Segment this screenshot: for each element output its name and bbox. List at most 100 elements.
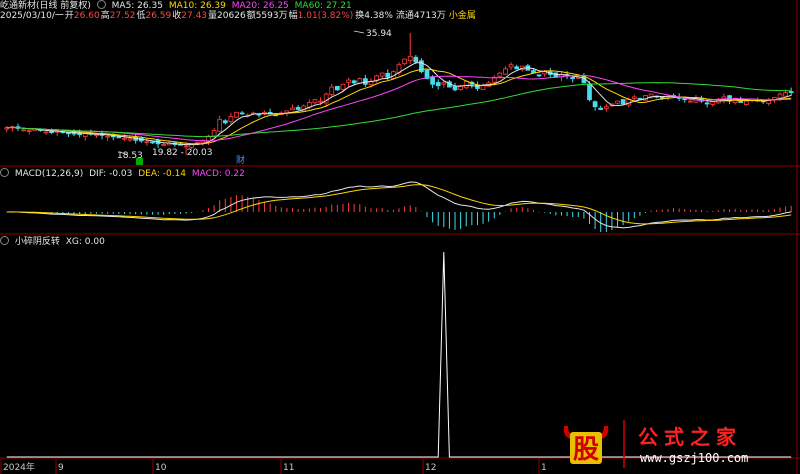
quote-close: 27.43 bbox=[181, 11, 208, 21]
quote-volume-label: 量 bbox=[208, 11, 218, 21]
candle-body bbox=[777, 93, 783, 99]
indicator-xg: XG: 0.00 bbox=[65, 237, 105, 247]
x-tick-label: 10 bbox=[155, 463, 167, 473]
candle-body bbox=[26, 130, 32, 132]
candle-body bbox=[262, 111, 267, 114]
candle-body bbox=[183, 145, 189, 148]
candle-body bbox=[407, 55, 413, 62]
circle-icon[interactable] bbox=[96, 0, 106, 9]
candle-body bbox=[312, 99, 318, 104]
quote-date: 2025/03/10/一 bbox=[0, 11, 64, 21]
circle-icon[interactable] bbox=[0, 236, 9, 245]
x-tick-label: 1 bbox=[541, 463, 547, 473]
quote-high: 27.52 bbox=[109, 11, 136, 21]
quote-open-label: 开 bbox=[64, 11, 74, 21]
candle-body bbox=[744, 100, 749, 105]
candle-body bbox=[346, 79, 351, 83]
candle-body bbox=[687, 100, 693, 103]
ma10-label: MA10: 26.39 bbox=[168, 1, 226, 11]
candle-body bbox=[228, 116, 234, 123]
candle-body bbox=[239, 112, 245, 115]
candle-body bbox=[351, 80, 357, 84]
quote-change: 1.01(3.82%) bbox=[297, 11, 354, 21]
candle-body bbox=[710, 101, 716, 105]
ma5-label: MA5: 26.35 bbox=[111, 1, 163, 11]
candle-body bbox=[637, 97, 643, 100]
macd-header-row: MACD(12,26,9) DIF: -0.03 DEA: -0.14 MACD… bbox=[0, 168, 248, 180]
macd-dea: DEA: -0.14 bbox=[138, 169, 187, 179]
candle-body bbox=[234, 111, 239, 118]
candle-body bbox=[94, 134, 99, 137]
candle-body bbox=[497, 72, 503, 77]
candle-body bbox=[413, 56, 419, 63]
candle-body bbox=[379, 72, 385, 77]
candle-body bbox=[587, 83, 592, 101]
candle-body bbox=[374, 75, 379, 81]
quote-open: 26.60 bbox=[73, 11, 100, 21]
candle-body bbox=[553, 72, 559, 78]
x-tick-label: 9 bbox=[58, 463, 64, 473]
candle-body bbox=[620, 99, 626, 105]
candle-body bbox=[161, 144, 167, 146]
candle-body bbox=[222, 120, 228, 124]
candle-body bbox=[783, 92, 788, 97]
candle-body bbox=[463, 81, 469, 89]
candle-body bbox=[194, 141, 200, 144]
range-text: 19.82 - 20.03 bbox=[152, 148, 213, 158]
high-mark-label: 35.94 bbox=[366, 29, 392, 39]
logo-text: 公式之家 bbox=[638, 425, 742, 449]
candle-body bbox=[441, 82, 447, 85]
quote-row: 2025/03/10/一开26.60高27.52低26.59收27.43量206… bbox=[0, 11, 479, 22]
indicator-title: 小碎阴反转 bbox=[14, 237, 60, 247]
candle-body bbox=[598, 107, 604, 110]
candle-body bbox=[514, 66, 520, 70]
candle-body bbox=[452, 86, 458, 91]
x-tick-label: 2024年 bbox=[3, 461, 35, 473]
quote-change-label: 幅 bbox=[288, 11, 298, 21]
quote-high-label: 高 bbox=[100, 11, 110, 21]
candle-body bbox=[43, 131, 49, 134]
macd-title: MACD(12,26,9) bbox=[14, 169, 84, 179]
candle-body bbox=[211, 130, 217, 137]
quote-amount-label: 额 bbox=[246, 11, 256, 21]
cai-label[interactable]: 财 bbox=[236, 154, 245, 166]
quote-amount: 5593万 bbox=[255, 11, 288, 21]
candle-body bbox=[603, 106, 609, 110]
candle-body bbox=[592, 101, 598, 108]
x-tick-label: 12 bbox=[425, 463, 436, 473]
circle-icon[interactable] bbox=[0, 168, 9, 177]
candle-body bbox=[127, 138, 133, 141]
candle-body bbox=[536, 74, 542, 77]
candle-body bbox=[116, 136, 122, 139]
site-logo: 股 公式之家 www.gszj100.com bbox=[563, 420, 748, 468]
candle-body bbox=[631, 96, 637, 99]
signal-marker[interactable] bbox=[136, 158, 143, 165]
candle-body bbox=[122, 137, 127, 140]
candle-body bbox=[402, 58, 407, 65]
candle-body bbox=[508, 64, 514, 68]
candle-body bbox=[430, 76, 435, 85]
quote-turnover: 换4.38% bbox=[355, 11, 393, 21]
ma60-label: MA60: 27.21 bbox=[294, 1, 352, 11]
candle-body bbox=[435, 82, 441, 87]
candle-body bbox=[335, 85, 340, 91]
ma20-label: MA20: 26.25 bbox=[231, 1, 289, 11]
macd-dif: DIF: -0.03 bbox=[89, 169, 133, 179]
candle-body bbox=[295, 107, 301, 110]
candle-body bbox=[329, 86, 335, 95]
candle-body bbox=[150, 141, 155, 144]
candle-body bbox=[385, 72, 391, 78]
candle-body bbox=[217, 118, 223, 132]
indicator-header-row: 小碎阴反转 XG: 0.00 bbox=[0, 236, 108, 248]
chart-stage[interactable]: 35.94 18.53 19.82 - 20.03 财 2024年 9 10 11 12… bbox=[0, 0, 800, 474]
candle-body bbox=[66, 132, 71, 135]
x-tick-label: 11 bbox=[283, 463, 294, 473]
candle-body bbox=[570, 77, 576, 80]
candle-body bbox=[340, 83, 346, 90]
candle-body bbox=[105, 135, 111, 138]
candle-body bbox=[290, 107, 295, 111]
quote-tag: 小金属 bbox=[448, 11, 476, 21]
quote-close-label: 收 bbox=[172, 11, 182, 21]
logo-url[interactable]: www.gszj100.com bbox=[640, 451, 748, 465]
candle-body bbox=[318, 100, 323, 103]
